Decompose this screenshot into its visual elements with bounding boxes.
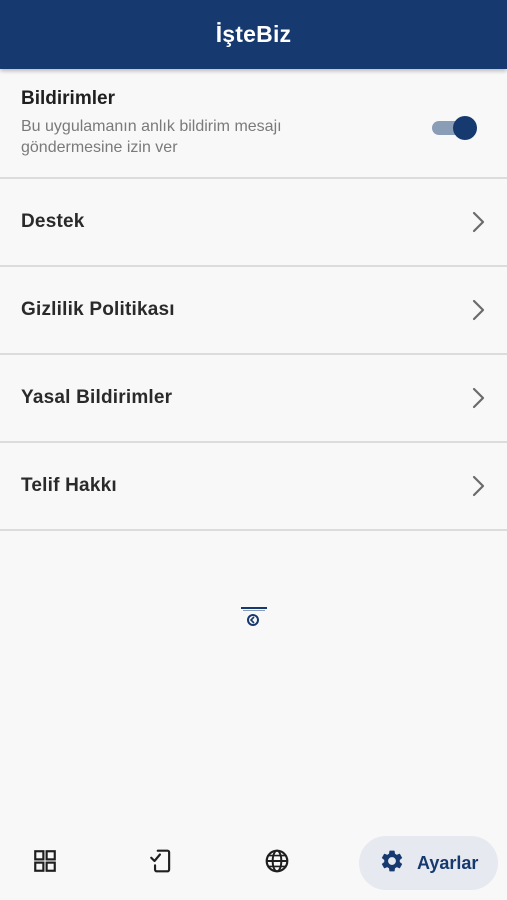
settings-list: Bildirimler Bu uygulamanın anlık bildiri… xyxy=(0,69,507,531)
chevron-right-icon xyxy=(471,211,485,233)
menu-item-gizlilik[interactable]: Gizlilik Politikası xyxy=(0,267,507,355)
toggle-thumb xyxy=(453,116,477,140)
app-bar: İşteBiz xyxy=(0,0,507,69)
menu-item-destek[interactable]: Destek xyxy=(0,179,507,267)
nav-dashboard[interactable] xyxy=(24,836,66,890)
notifications-title: Bildirimler xyxy=(21,88,115,109)
grid-icon xyxy=(32,848,58,879)
nav-settings-label: Ayarlar xyxy=(417,852,479,873)
brand-logo xyxy=(240,606,268,628)
notifications-toggle[interactable] xyxy=(432,116,477,140)
menu-item-label: Telif Hakkı xyxy=(21,475,117,496)
menu-item-label: Yasal Bildirimler xyxy=(21,387,173,408)
chevron-right-icon xyxy=(471,475,485,497)
menu-item-label: Gizlilik Politikası xyxy=(21,299,175,320)
nav-settings[interactable]: Ayarlar xyxy=(359,836,498,890)
app-title: İşteBiz xyxy=(215,21,292,47)
notifications-subtitle: Bu uygulamanın anlık bildirim mesajı gön… xyxy=(21,118,282,156)
chevron-right-icon xyxy=(471,299,485,321)
nav-web[interactable] xyxy=(256,836,298,890)
notifications-text: Bildirimler Bu uygulamanın anlık bildiri… xyxy=(21,88,485,158)
chevron-right-icon xyxy=(471,387,485,409)
menu-item-telif[interactable]: Telif Hakkı xyxy=(0,443,507,531)
gear-icon xyxy=(379,848,405,879)
notifications-row: Bildirimler Bu uygulamanın anlık bildiri… xyxy=(0,69,507,179)
menu-item-yasal[interactable]: Yasal Bildirimler xyxy=(0,355,507,443)
menu-item-label: Destek xyxy=(21,211,85,232)
device-check-icon xyxy=(148,848,174,879)
globe-icon xyxy=(264,848,290,879)
nav-tasks[interactable] xyxy=(140,836,182,890)
bottom-nav: Ayarlar xyxy=(0,828,507,900)
